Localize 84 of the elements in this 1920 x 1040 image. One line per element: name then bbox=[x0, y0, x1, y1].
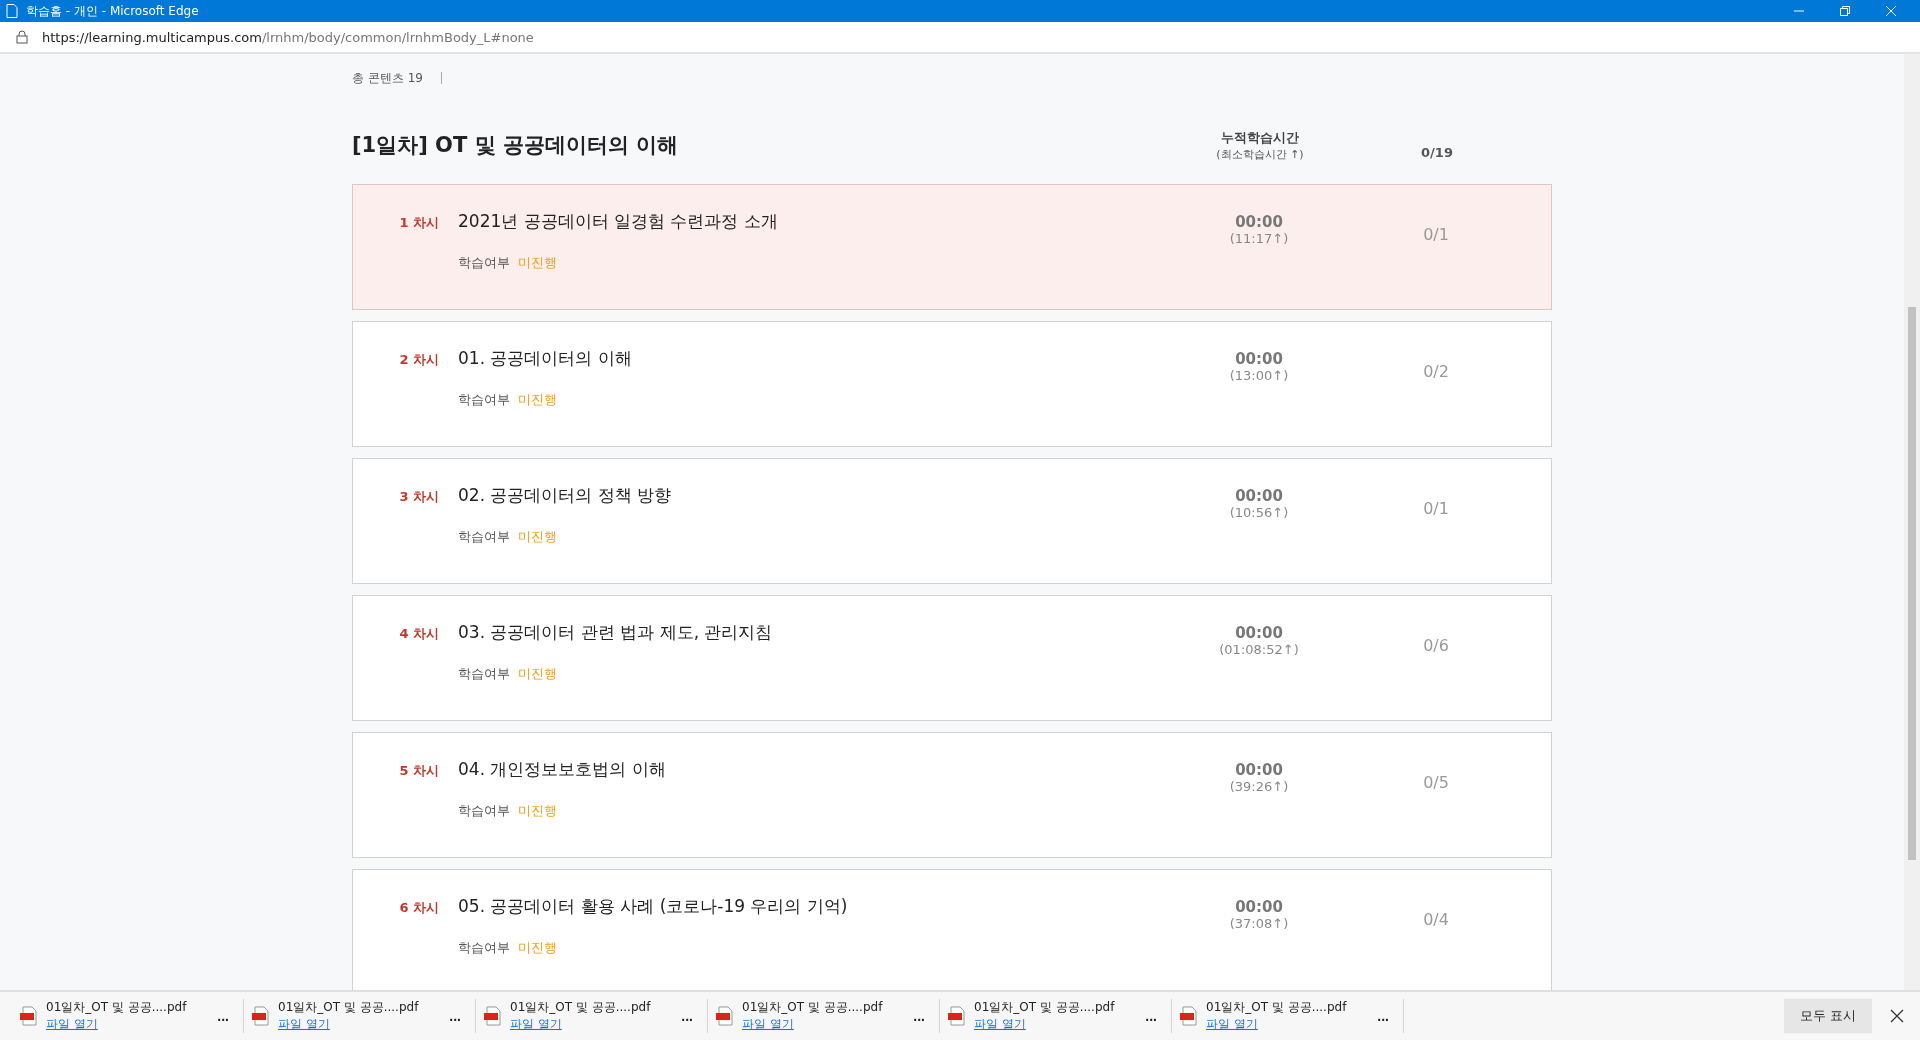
lesson-card[interactable]: 2 차시 01. 공공데이터의 이해 학습여부 미진행 00:00 (13:00↑) 0/2 bbox=[352, 321, 1552, 447]
more-button[interactable]: ... bbox=[909, 1008, 929, 1024]
open-file-link[interactable]: 파일 열기 bbox=[278, 1016, 330, 1033]
scrollbar[interactable] bbox=[1904, 54, 1920, 990]
pdf-file-icon bbox=[1180, 1006, 1198, 1026]
pdf-file-icon bbox=[484, 1006, 502, 1026]
lesson-progress: 0/6 bbox=[1422, 635, 1450, 657]
open-file-link[interactable]: 파일 열기 bbox=[974, 1016, 1026, 1033]
lesson-card[interactable]: 1 차시 2021년 공공데이터 일경험 수련과정 소개 학습여부 미진행 00:00 (11:17↑) 0/1 bbox=[352, 184, 1552, 310]
more-button[interactable]: ... bbox=[1141, 1008, 1161, 1024]
status-value: 미진행 bbox=[518, 528, 557, 546]
study-time: 00:00 bbox=[1235, 624, 1283, 642]
status-label: 학습여부 bbox=[458, 802, 510, 820]
minimum-time: (10:56↑) bbox=[1229, 505, 1289, 520]
download-file-name: 01일차_OT 및 공공....pdf bbox=[278, 999, 420, 1016]
study-time: 00:00 bbox=[1235, 350, 1283, 368]
lesson-number: 5 차시 bbox=[398, 762, 439, 780]
open-file-link[interactable]: 파일 열기 bbox=[510, 1016, 562, 1033]
download-file-name: 01일차_OT 및 공공....pdf bbox=[742, 999, 884, 1016]
download-file-name: 01일차_OT 및 공공....pdf bbox=[510, 999, 652, 1016]
lesson-progress: 0/5 bbox=[1422, 772, 1450, 794]
lesson-number: 3 차시 bbox=[398, 488, 439, 506]
minimum-time: (13:00↑) bbox=[1229, 368, 1289, 383]
lesson-title: 04. 개인정보보호법의 이해 bbox=[458, 758, 667, 781]
lesson-number: 6 차시 bbox=[398, 899, 439, 917]
lesson-title: 03. 공공데이터 관련 법과 제도, 관리지침 bbox=[458, 621, 774, 644]
restore-icon[interactable] bbox=[1840, 6, 1850, 16]
lesson-progress: 0/1 bbox=[1422, 498, 1450, 520]
status-label: 학습여부 bbox=[458, 391, 510, 409]
download-file-name: 01일차_OT 및 공공....pdf bbox=[46, 999, 188, 1016]
status-label: 학습여부 bbox=[458, 528, 510, 546]
status-value: 미진행 bbox=[518, 254, 557, 272]
lock-icon bbox=[16, 30, 28, 44]
lesson-title: 2021년 공공데이터 일경험 수련과정 소개 bbox=[458, 210, 779, 233]
lesson-title: 05. 공공데이터 활용 사례 (코로나-19 우리의 기억) bbox=[458, 895, 849, 918]
window-title: 학습홈 - 개인 - Microsoft Edge bbox=[26, 2, 200, 20]
pdf-file-icon bbox=[716, 1006, 734, 1026]
status-label: 학습여부 bbox=[458, 254, 510, 272]
study-time: 00:00 bbox=[1235, 213, 1283, 231]
lesson-title: 02. 공공데이터의 정책 방향 bbox=[458, 484, 673, 507]
lesson-number: 4 차시 bbox=[398, 625, 439, 643]
status-value: 미진행 bbox=[518, 665, 557, 683]
minimum-time: (11:17↑) bbox=[1229, 231, 1289, 246]
lesson-progress: 0/1 bbox=[1422, 224, 1450, 246]
lesson-progress: 0/4 bbox=[1422, 909, 1450, 931]
study-time: 00:00 bbox=[1235, 898, 1283, 916]
study-time: 00:00 bbox=[1235, 487, 1283, 505]
open-file-link[interactable]: 파일 열기 bbox=[742, 1016, 794, 1033]
lesson-number: 1 차시 bbox=[398, 214, 439, 232]
total-contents-count: 총 콘텐츠 19 bbox=[352, 69, 423, 87]
open-file-link[interactable]: 파일 열기 bbox=[46, 1016, 98, 1033]
pdf-file-icon bbox=[20, 1006, 38, 1026]
page-icon bbox=[6, 4, 18, 18]
section-title: [1일차] OT 및 공공데이터의 이해 bbox=[352, 132, 680, 159]
status-value: 미진행 bbox=[518, 802, 557, 820]
pdf-file-icon bbox=[948, 1006, 966, 1026]
lesson-card[interactable]: 4 차시 03. 공공데이터 관련 법과 제도, 관리지침 학습여부 미진행 00:00 (01:08:52↑) 0/6 bbox=[352, 595, 1552, 721]
pdf-file-icon bbox=[252, 1006, 270, 1026]
status-label: 학습여부 bbox=[458, 665, 510, 683]
download-file-name: 01일차_OT 및 공공....pdf bbox=[1206, 999, 1348, 1016]
lesson-number: 2 차시 bbox=[398, 351, 439, 369]
lesson-card[interactable]: 6 차시 05. 공공데이터 활용 사례 (코로나-19 우리의 기억) 학습여부 미진행 00:00 (37:08↑) 0/4 bbox=[352, 869, 1552, 990]
lesson-card[interactable]: 5 차시 04. 개인정보보호법의 이해 학습여부 미진행 00:00 (39:26↑) 0/5 bbox=[352, 732, 1552, 858]
lesson-title: 01. 공공데이터의 이해 bbox=[458, 347, 633, 370]
more-button[interactable]: ... bbox=[677, 1008, 697, 1024]
lesson-card[interactable]: 3 차시 02. 공공데이터의 정책 방향 학습여부 미진행 00:00 (10:56↑) 0/1 bbox=[352, 458, 1552, 584]
column-subheader: (최소학습시간 ↑) bbox=[1216, 146, 1304, 162]
minimum-time: (37:08↑) bbox=[1229, 916, 1289, 931]
study-time: 00:00 bbox=[1235, 761, 1283, 779]
column-header: 누적학습시간 bbox=[1221, 128, 1299, 147]
status-value: 미진행 bbox=[518, 939, 557, 957]
status-value: 미진행 bbox=[518, 391, 557, 409]
minimum-time: (39:26↑) bbox=[1229, 779, 1289, 794]
status-label: 학습여부 bbox=[458, 939, 510, 957]
open-file-link[interactable]: 파일 열기 bbox=[1206, 1016, 1258, 1033]
show-all-button[interactable]: 모두 표시 bbox=[1783, 999, 1872, 1033]
lesson-progress: 0/2 bbox=[1422, 361, 1450, 383]
download-file-name: 01일차_OT 및 공공....pdf bbox=[974, 999, 1116, 1016]
more-button[interactable]: ... bbox=[1373, 1008, 1393, 1024]
section-total-count: 0/19 bbox=[1420, 143, 1454, 160]
more-button[interactable]: ... bbox=[213, 1008, 233, 1024]
url-text[interactable]: https://learning.multicampus.com/lrnhm/body/common/lrnhmBody_L#none bbox=[42, 29, 534, 45]
minimum-time: (01:08:52↑) bbox=[1219, 642, 1299, 657]
more-button[interactable]: ... bbox=[445, 1008, 465, 1024]
